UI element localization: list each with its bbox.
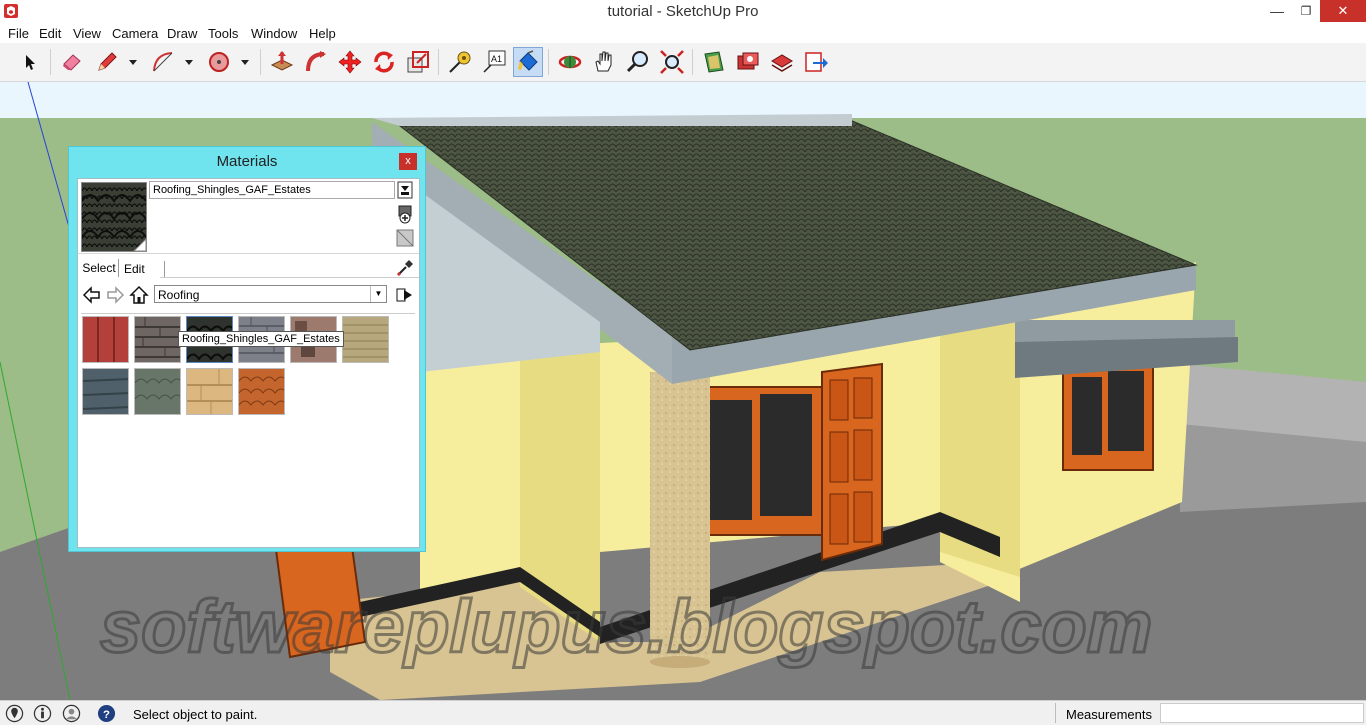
title-bar: tutorial - SketchUp Pro — ❐ ✕ [0, 0, 1366, 24]
rotate-tool-icon[interactable] [369, 47, 399, 77]
scale-tool-icon[interactable] [403, 47, 433, 77]
pencil-dropdown-icon[interactable] [128, 57, 138, 67]
home-icon[interactable] [129, 285, 149, 305]
toolbar-separator [260, 49, 261, 75]
pencil-tool-icon[interactable] [92, 47, 122, 77]
eraser-tool-icon[interactable] [57, 47, 87, 77]
tabs-underline [160, 277, 419, 278]
display-secondary-icon[interactable] [395, 180, 415, 200]
sample-paint-icon[interactable] [395, 258, 415, 278]
swatch-wood-shakes[interactable] [186, 368, 233, 415]
text-tool-label: A1 [491, 54, 502, 64]
material-swatch-grid [81, 313, 415, 546]
toolbar-separator [50, 49, 51, 75]
geo-location-icon[interactable] [5, 704, 24, 723]
window-title: tutorial - SketchUp Pro [607, 3, 759, 20]
tab-select[interactable]: Select [80, 259, 119, 277]
toolbar-separator [438, 49, 439, 75]
back-icon[interactable] [82, 285, 102, 305]
material-preview-swatch [81, 182, 147, 252]
materials-title: Materials [216, 153, 278, 170]
toolbar-separator [692, 49, 693, 75]
minimize-button[interactable]: — [1262, 0, 1292, 22]
front-window [699, 386, 823, 536]
main-toolbar: A1 [0, 43, 1366, 82]
measurements-label: Measurements [1066, 707, 1152, 722]
move-tool-icon[interactable] [335, 47, 365, 77]
menu-draw[interactable]: Draw [167, 26, 197, 41]
materials-close-button[interactable]: x [399, 153, 417, 170]
paint-bucket-tool-icon[interactable] [513, 47, 543, 77]
follow-me-tool-icon[interactable] [301, 47, 331, 77]
menu-view[interactable]: View [73, 26, 101, 41]
push-pull-tool-icon[interactable] [267, 47, 297, 77]
status-divider [1055, 703, 1056, 723]
toolbar-separator [548, 49, 549, 75]
swatch-green-slate[interactable] [134, 368, 181, 415]
export-tool-icon[interactable] [801, 47, 831, 77]
maximize-button[interactable]: ❐ [1292, 0, 1320, 22]
arc-tool-icon[interactable] [148, 47, 178, 77]
help-icon[interactable]: ? [97, 704, 116, 723]
status-bar: ? Select object to paint. Measurements [0, 700, 1366, 725]
select-tool-icon[interactable] [15, 47, 45, 77]
measurements-input[interactable] [1160, 703, 1364, 723]
text-tool-icon[interactable]: A1 [479, 47, 509, 77]
zoom-tool-icon[interactable] [623, 47, 653, 77]
materials-body: Roofing_Shingles_GAF_Estates Select Edit… [77, 178, 420, 548]
menu-tools[interactable]: Tools [208, 26, 238, 41]
send-to-layout-tool-icon[interactable] [767, 47, 797, 77]
user-account-icon[interactable] [62, 704, 81, 723]
swatch-red-metal[interactable] [82, 316, 129, 363]
circle-tool-icon[interactable] [204, 47, 234, 77]
side-window [1062, 364, 1154, 471]
front-door [821, 362, 883, 562]
close-window-button[interactable]: ✕ [1320, 0, 1366, 22]
watermark-text: softwareplupus.blogspot.com [100, 585, 1152, 668]
orbit-tool-icon[interactable] [555, 47, 585, 77]
details-arrow-icon[interactable] [395, 285, 415, 305]
swatch-tan-shingles[interactable] [342, 316, 389, 363]
collection-dropdown[interactable]: Roofing ▼ [154, 285, 387, 303]
svg-text:?: ? [103, 709, 110, 721]
warehouse-tool-icon[interactable] [699, 47, 729, 77]
menu-edit[interactable]: Edit [39, 26, 61, 41]
materials-panel: Materials x Roofing_Shingles_GAF_Estates… [68, 146, 426, 552]
swatch-slate-blue[interactable] [82, 368, 129, 415]
menu-bar: File Edit View Camera Draw Tools Window … [0, 24, 1366, 43]
default-material-icon[interactable] [395, 228, 415, 248]
menu-window[interactable]: Window [251, 26, 297, 41]
swatch-tooltip: Roofing_Shingles_GAF_Estates [178, 331, 344, 347]
collection-label: Roofing [158, 288, 200, 302]
collection-nav-row: Roofing ▼ [78, 283, 419, 307]
chevron-down-icon[interactable]: ▼ [370, 286, 386, 302]
material-name-input[interactable]: Roofing_Shingles_GAF_Estates [149, 181, 395, 199]
forward-icon[interactable] [105, 285, 125, 305]
swatch-grey-shingles[interactable] [134, 316, 181, 363]
sky [0, 82, 1366, 118]
tab-edit[interactable]: Edit [120, 261, 165, 277]
materials-divider [78, 253, 419, 254]
menu-file[interactable]: File [8, 26, 29, 41]
menu-camera[interactable]: Camera [112, 26, 158, 41]
tape-measure-tool-icon[interactable] [445, 47, 475, 77]
arc-dropdown-icon[interactable] [184, 57, 194, 67]
credits-icon[interactable] [33, 704, 52, 723]
menu-help[interactable]: Help [309, 26, 336, 41]
extension-warehouse-tool-icon[interactable] [733, 47, 763, 77]
status-message: Select object to paint. [133, 707, 258, 722]
circle-dropdown-icon[interactable] [240, 57, 250, 67]
swatch-clay-tile[interactable] [238, 368, 285, 415]
pan-tool-icon[interactable] [589, 47, 619, 77]
create-material-icon[interactable] [395, 204, 415, 224]
zoom-extents-tool-icon[interactable] [657, 47, 687, 77]
